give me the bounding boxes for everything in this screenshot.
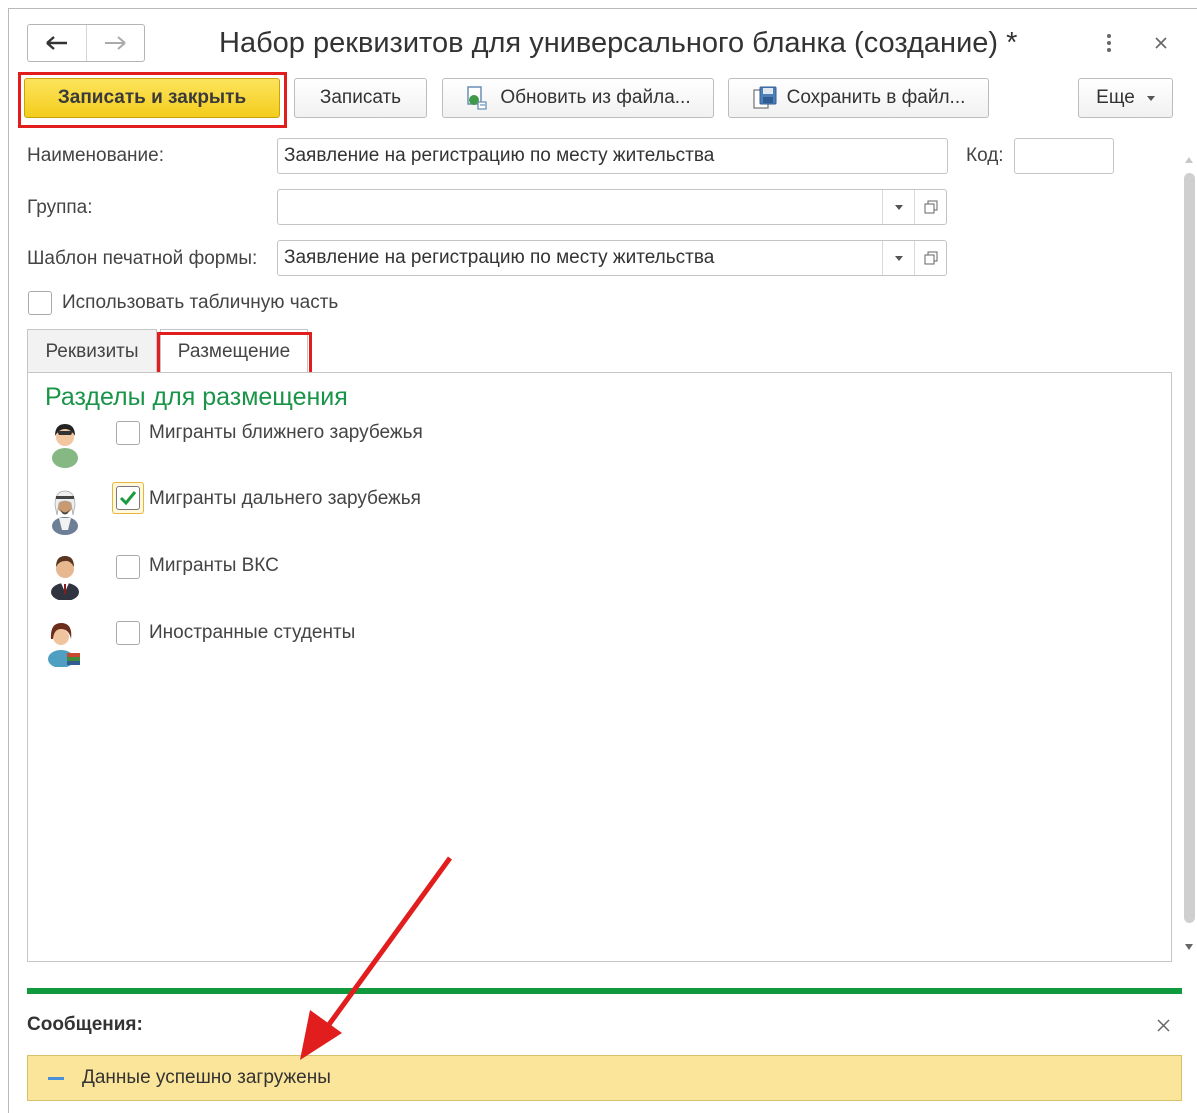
migrant-near-icon — [52, 424, 78, 468]
navigation-group — [27, 24, 145, 62]
section-title: Разделы для размещения — [45, 383, 348, 411]
chevron-down-icon — [1146, 95, 1155, 101]
template-value: Заявление на регистрацию по месту житель… — [284, 247, 715, 268]
message-text: Данные успешно загружены — [82, 1067, 331, 1088]
close-window-button[interactable] — [1149, 30, 1173, 56]
checkmark-icon — [119, 491, 137, 506]
code-input[interactable] — [1014, 138, 1114, 174]
migrant-far-icon — [52, 490, 78, 535]
back-button[interactable] — [28, 25, 86, 61]
update-from-file-button[interactable]: Обновить из файла... — [442, 78, 714, 118]
more-menu-button[interactable] — [1097, 30, 1121, 56]
foreign-student-icon — [48, 623, 80, 667]
update-from-file-label: Обновить из файла... — [500, 87, 691, 108]
save-to-file-label: Сохранить в файл... — [786, 87, 966, 108]
tab-requisites[interactable]: Реквизиты — [27, 329, 157, 373]
forward-button[interactable] — [85, 25, 145, 61]
messages-close-button[interactable] — [1157, 1019, 1170, 1037]
arrow-right-icon — [105, 36, 126, 50]
message-row[interactable]: Данные успешно загружены — [27, 1055, 1182, 1101]
vertical-scrollbar-thumb[interactable] — [1184, 173, 1195, 923]
open-window-icon — [924, 200, 938, 214]
close-icon — [1155, 37, 1167, 49]
tab-placement-highlight — [157, 332, 312, 377]
checkbox-migrants-hqs[interactable] — [116, 555, 140, 579]
arrow-left-icon — [45, 36, 67, 50]
template-input[interactable]: Заявление на регистрацию по месту житель… — [277, 240, 947, 276]
chevron-down-icon — [895, 204, 903, 210]
template-label: Шаблон печатной формы: — [27, 248, 258, 269]
refresh-file-icon — [465, 86, 491, 110]
use-table-label: Использовать табличную часть — [62, 292, 339, 313]
group-label: Группа: — [27, 197, 93, 218]
annotation-arrow-icon — [300, 856, 453, 1060]
template-dropdown-button[interactable] — [882, 241, 915, 275]
template-open-button[interactable] — [914, 241, 946, 275]
close-icon — [1157, 1019, 1170, 1032]
vertical-dots-icon — [1107, 34, 1111, 52]
label-migrants-far: Мигранты дальнего зарубежья — [149, 488, 421, 509]
checkbox-foreign-students[interactable] — [116, 621, 140, 645]
window-title: Набор реквизитов для универсального блан… — [219, 27, 1018, 59]
scroll-up-arrow[interactable] — [1185, 150, 1193, 168]
more-actions-label: Еще — [1096, 87, 1135, 108]
label-migrants-hqs: Мигранты ВКС — [149, 555, 279, 576]
group-dropdown-button[interactable] — [882, 190, 915, 224]
name-label: Наименование: — [27, 145, 164, 166]
checkbox-box — [116, 486, 140, 510]
messages-title: Сообщения: — [27, 1014, 143, 1035]
code-label: Код: — [966, 145, 1004, 166]
group-open-button[interactable] — [914, 190, 946, 224]
open-window-icon — [924, 251, 938, 265]
more-actions-button[interactable]: Еще — [1078, 78, 1173, 118]
group-input[interactable] — [277, 189, 947, 225]
save-button[interactable]: Записать — [294, 78, 427, 118]
migrant-hqs-icon — [51, 556, 79, 600]
name-input[interactable]: Заявление на регистрацию по месту житель… — [277, 138, 948, 174]
label-migrants-near: Мигранты ближнего зарубежья — [149, 422, 423, 443]
messages-divider — [27, 988, 1182, 994]
tab-panel-placement — [27, 372, 1172, 962]
use-table-checkbox[interactable] — [28, 291, 52, 315]
checkbox-migrants-far[interactable] — [112, 482, 144, 514]
message-dash-icon — [48, 1076, 64, 1080]
save-file-icon — [752, 86, 778, 110]
checkbox-migrants-near[interactable] — [116, 421, 140, 445]
scroll-down-arrow[interactable] — [1185, 937, 1193, 955]
save-to-file-button[interactable]: Сохранить в файл... — [728, 78, 989, 118]
save-and-close-button[interactable]: Записать и закрыть — [24, 78, 280, 118]
chevron-down-icon — [895, 255, 903, 261]
label-foreign-students: Иностранные студенты — [149, 622, 356, 643]
